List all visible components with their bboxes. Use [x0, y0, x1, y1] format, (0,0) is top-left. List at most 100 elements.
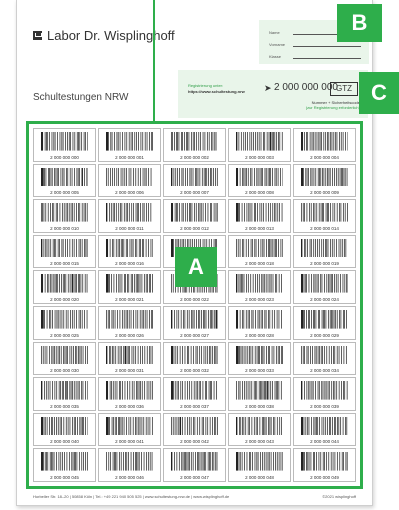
barcode-icon	[170, 167, 219, 187]
barcode-number: 2 000 000 042	[180, 439, 209, 445]
barcode-icon	[300, 309, 349, 329]
barcode-icon	[235, 203, 284, 222]
barcode-number: 2 000 000 044	[310, 439, 339, 445]
barcode-label: 2 000 000 048	[228, 448, 291, 482]
barcode-label: 2 000 000 020	[33, 270, 96, 304]
callout-leader-line	[153, 0, 155, 124]
barcode-label: 2 000 000 023	[228, 270, 291, 304]
registration-label: Registrierung unter:	[188, 83, 224, 88]
sheet-subtitle: Schultestungen NRW	[33, 92, 129, 103]
barcode-icon	[300, 167, 349, 187]
barcode-number: 2 000 000 000	[50, 154, 79, 160]
sheet-footer: Horbeller Str. 18–20 | 50858 Köln | Tel.…	[33, 494, 356, 499]
barcode-icon	[300, 203, 349, 222]
barcode-label: 2 000 000 018	[228, 234, 291, 269]
barcode-label: 2 000 000 047	[163, 448, 226, 482]
barcode-label: 2 000 000 010	[33, 199, 96, 233]
barcode-icon	[105, 274, 154, 293]
barcode-label: 2 000 000 037	[163, 377, 226, 411]
barcode-number: 2 000 000 022	[180, 296, 209, 302]
footer-copyright: ©2021 wisplinghoff	[322, 494, 356, 499]
barcode-number: 2 000 000 001	[115, 154, 144, 160]
barcode-icon	[105, 345, 154, 365]
barcode-number: 2 000 000 002	[180, 154, 209, 160]
form-line-class	[293, 58, 361, 59]
barcode-label: 2 000 000 045	[33, 448, 96, 482]
barcode-icon	[170, 309, 219, 329]
barcode-number: 2 000 000 006	[115, 190, 144, 196]
barcode-number: 2 000 000 007	[180, 190, 209, 196]
form-label-name: Name	[269, 30, 280, 35]
barcode-label: 2 000 000 014	[293, 199, 356, 233]
barcode-icon	[235, 416, 284, 436]
arrow-right-icon: ➤	[264, 83, 272, 93]
barcode-icon	[40, 309, 89, 329]
barcode-label: 2 000 000 029	[293, 305, 356, 340]
form-row-class: Klasse	[269, 54, 361, 59]
barcode-icon	[105, 381, 154, 400]
barcode-icon	[40, 452, 89, 471]
barcode-label: 2 000 000 025	[33, 305, 96, 340]
barcode-icon	[170, 452, 219, 471]
barcode-icon	[235, 381, 284, 400]
barcode-label: 2 000 000 028	[228, 305, 291, 340]
barcode-number: 2 000 000 016	[115, 261, 144, 267]
barcode-number: 2 000 000 037	[180, 403, 209, 409]
barcode-number: 2 000 000 045	[50, 474, 79, 480]
barcode-icon	[105, 238, 154, 258]
form-line-firstname	[293, 46, 361, 47]
callout-b-badge: B	[337, 4, 382, 42]
barcode-number: 2 000 000 039	[310, 403, 339, 409]
barcode-label: 2 000 000 027	[163, 305, 226, 340]
barcode-label: 2 000 000 044	[293, 412, 356, 447]
barcode-label: 2 000 000 006	[98, 163, 161, 198]
lab-name: Labor Dr. Wisplinghoff	[47, 28, 175, 43]
barcode-number: 2 000 000 025	[50, 332, 79, 338]
barcode-label: 2 000 000 009	[293, 163, 356, 198]
footer-address: Horbeller Str. 18–20 | 50858 Köln | Tel.…	[33, 494, 230, 499]
barcode-icon	[300, 132, 349, 151]
barcode-number: 2 000 000 030	[50, 368, 79, 374]
barcode-icon	[235, 345, 284, 365]
barcode-label-area: 2 000 000 000 2 000 000 001 2 000 000 002 2…	[26, 121, 363, 489]
barcode-icon	[235, 309, 284, 329]
barcode-icon	[300, 274, 349, 293]
barcode-icon	[170, 345, 219, 365]
barcode-label: 2 000 000 026	[98, 305, 161, 340]
barcode-number: 2 000 000 038	[245, 403, 274, 409]
barcode-number: 2 000 000 028	[245, 332, 274, 338]
registration-number: 2 000 000 000	[274, 82, 338, 93]
barcode-icon	[40, 238, 89, 258]
barcode-label: 2 000 000 030	[33, 341, 96, 376]
barcode-number: 2 000 000 026	[115, 332, 144, 338]
registration-url[interactable]: https://www.schultestung.nrw	[188, 89, 245, 94]
barcode-number: 2 000 000 024	[310, 296, 339, 302]
barcode-icon	[170, 381, 219, 400]
barcode-icon	[105, 167, 154, 187]
barcode-label: 2 000 000 034	[293, 341, 356, 376]
barcode-number: 2 000 000 040	[50, 439, 79, 445]
barcode-number: 2 000 000 033	[245, 368, 274, 374]
barcode-label: 2 000 000 019	[293, 234, 356, 269]
barcode-number: 2 000 000 020	[50, 296, 79, 302]
barcode-icon	[300, 381, 349, 400]
barcode-number: 2 000 000 047	[180, 474, 209, 480]
barcode-label: 2 000 000 016	[98, 234, 161, 269]
barcode-label: 2 000 000 036	[98, 377, 161, 411]
barcode-icon	[235, 274, 284, 293]
barcode-number: 2 000 000 014	[310, 225, 339, 231]
barcode-icon	[40, 381, 89, 400]
barcode-icon	[300, 238, 349, 258]
security-code: GTZ	[330, 82, 358, 96]
barcode-icon	[40, 274, 89, 293]
barcode-icon	[40, 132, 89, 151]
barcode-label: 2 000 000 038	[228, 377, 291, 411]
barcode-label: 2 000 000 004	[293, 128, 356, 162]
barcode-icon	[300, 416, 349, 436]
registration-box: Registrierung unter: https://www.schulte…	[178, 70, 368, 118]
barcode-number: 2 000 000 011	[115, 225, 144, 231]
callout-c-badge: C	[359, 72, 399, 114]
barcode-label: 2 000 000 032	[163, 341, 226, 376]
barcode-number: 2 000 000 043	[245, 439, 274, 445]
barcode-icon	[105, 203, 154, 222]
